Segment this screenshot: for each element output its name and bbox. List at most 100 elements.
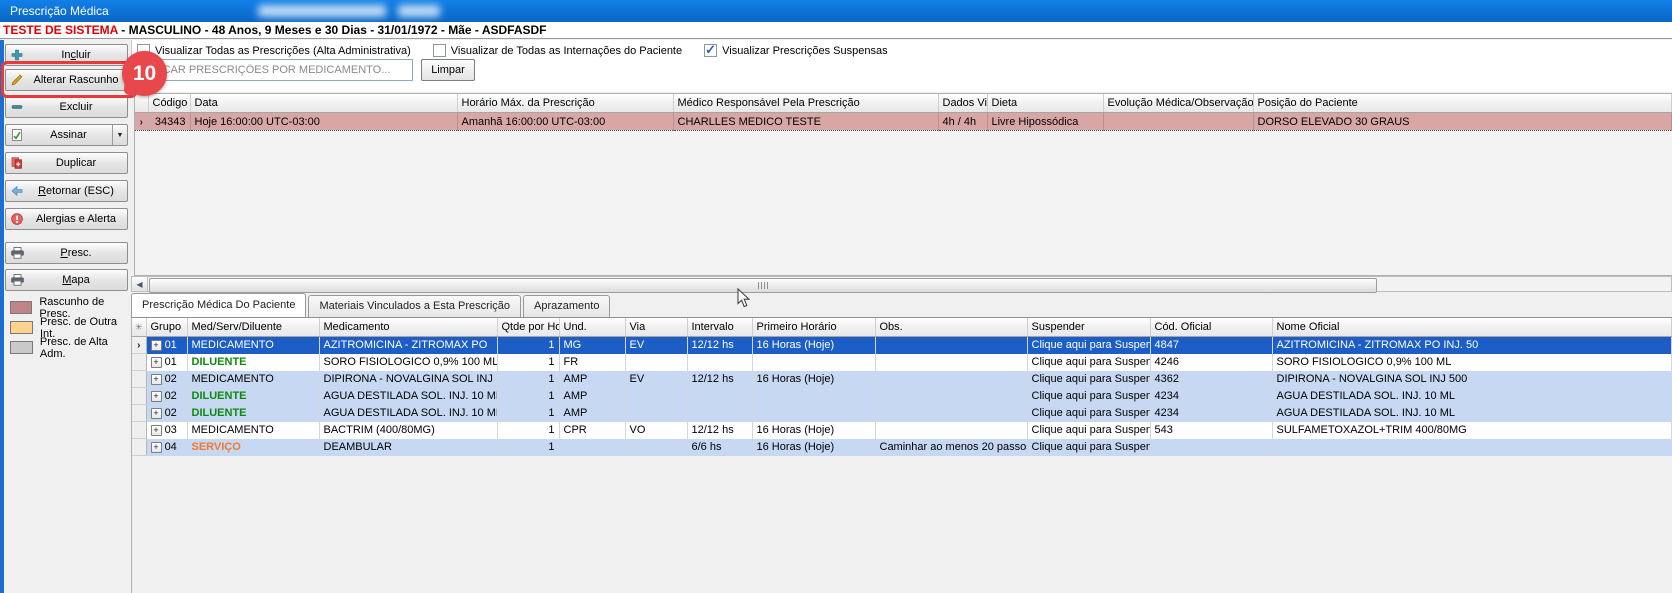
column-header-dieta[interactable]: Dieta [987, 94, 1103, 113]
expand-button[interactable]: + [151, 391, 162, 402]
sign-icon [9, 129, 25, 141]
expand-button[interactable]: + [151, 408, 162, 419]
column-header-dados-vitais[interactable]: Dados Vitais [938, 94, 987, 113]
checkbox-todas-prescricoes[interactable]: Visualizar Todas as Prescrições (Alta Ad… [137, 44, 411, 57]
cell-cod-oficial [1150, 439, 1272, 456]
suspend-link[interactable]: Clique aqui para Suspender [1027, 405, 1150, 422]
row-indicator [132, 422, 146, 439]
column-header-obs[interactable]: Obs. [875, 318, 1027, 337]
alergias-alerta-button[interactable]: Alergias e Alerta [5, 208, 128, 230]
prescription-items-grid: ✳ Grupo▲ Med/Serv/Diluente Medicamento Q… [131, 318, 1672, 593]
patient-name: TESTE DE SISTEMA [3, 23, 118, 37]
item-row[interactable]: + 01 DILUENTE SORO FISIOLOGICO 0,9% 100 … [132, 354, 1672, 371]
tab-prescricao-medica[interactable]: Prescrição Médica Do Paciente [131, 293, 306, 317]
cell-intervalo [687, 388, 752, 405]
row-indicator-header [135, 94, 148, 113]
legend-swatch-outra-int [10, 321, 33, 334]
column-header-qtde[interactable]: Qtde por Ho [497, 318, 559, 337]
chevron-down-icon: ▼ [117, 132, 124, 139]
limpar-button[interactable]: Limpar [421, 59, 475, 81]
item-row[interactable]: + 02 DILUENTE AGUA DESTILADA SOL. INJ. 1… [132, 388, 1672, 405]
tab-materiais-vinculados[interactable]: Materiais Vinculados a Esta Prescrição [308, 295, 521, 317]
expand-icon: + [153, 340, 158, 350]
column-header-suspender[interactable]: Suspender [1027, 318, 1150, 337]
grid-customize-button[interactable]: ✳ [132, 318, 146, 337]
cell-nome-oficial: SULFAMETOXAZOL+TRIM 400/80MG [1272, 422, 1672, 439]
column-header-horario-max[interactable]: Horário Máx. da Prescrição [457, 94, 673, 113]
suspend-link[interactable]: Clique aqui para Suspender [1027, 354, 1150, 371]
column-header-medicamento[interactable]: Medicamento [319, 318, 497, 337]
presc-button[interactable]: Presc. [5, 242, 128, 264]
redacted-version-text [398, 5, 440, 17]
cell-primeiro-horario [752, 388, 875, 405]
row-indicator [132, 388, 146, 405]
incluir-button[interactable]: Incluir [5, 44, 128, 66]
tab-bar: Prescrição Médica Do Paciente Materiais … [131, 295, 1672, 318]
column-header-codigo[interactable]: Código [148, 94, 190, 113]
cell-qtde: 1 [497, 388, 559, 405]
cell-und: AMP [559, 371, 625, 388]
suspend-link[interactable]: Clique aqui para Suspender [1027, 439, 1150, 456]
cell-und: AMP [559, 405, 625, 422]
column-header-medico[interactable]: Médico Responsável Pela Prescrição [673, 94, 938, 113]
checkbox-prescricoes-suspensas[interactable]: ✓ Visualizar Prescrições Suspensas [704, 44, 887, 57]
excluir-button[interactable]: Excluir [5, 96, 128, 118]
item-row[interactable]: + 02 DILUENTE AGUA DESTILADA SOL. INJ. 1… [132, 405, 1672, 422]
column-header-data[interactable]: Data [190, 94, 457, 113]
retornar-button[interactable]: Retornar (ESC) [5, 180, 128, 202]
column-header-und[interactable]: Und. [559, 318, 625, 337]
item-row[interactable]: + 04 SERVIÇO DEAMBULAR 1 6/6 hs 16 Horas… [132, 439, 1672, 456]
expand-button[interactable]: + [151, 374, 162, 385]
cell-qtde: 1 [497, 371, 559, 388]
cell-primeiro-horario [752, 354, 875, 371]
suspend-link[interactable]: Clique aqui para Suspender [1027, 422, 1150, 439]
column-header-grupo[interactable]: Grupo▲ [146, 318, 187, 337]
column-header-evolucao[interactable]: Evolução Médica/Observação [1103, 94, 1253, 113]
check-icon: ✓ [705, 42, 716, 58]
tab-aprazamento[interactable]: Aprazamento [523, 295, 610, 317]
column-header-posicao[interactable]: Posição do Paciente [1253, 94, 1672, 113]
scroll-left-button[interactable]: ◀ [132, 277, 148, 291]
expand-button[interactable]: + [151, 442, 162, 453]
expand-button[interactable]: + [151, 357, 162, 368]
assinar-button[interactable]: Assinar ▼ [5, 124, 128, 146]
cell-intervalo: 6/6 hs [687, 439, 752, 456]
cell-data: Hoje 16:00:00 UTC-03:00 [190, 113, 457, 131]
assinar-dropdown-arrow[interactable]: ▼ [112, 125, 127, 145]
cell-grupo: + 03 [146, 422, 187, 439]
alterar-rascunho-button[interactable]: Alterar Rascunho [5, 69, 128, 91]
suspend-link[interactable]: Clique aqui para Suspender [1027, 388, 1150, 405]
column-header-med-serv[interactable]: Med/Serv/Diluente [187, 318, 319, 337]
checkbox-checked-icon[interactable]: ✓ [704, 44, 717, 57]
suspend-link[interactable]: Clique aqui para Suspender [1027, 371, 1150, 388]
item-row[interactable]: + 02 MEDICAMENTO DIPIRONA - NOVALGINA SO… [132, 371, 1672, 388]
cell-nome-oficial: SORO FISIOLOGICO 0,9% 100 ML [1272, 354, 1672, 371]
scrollbar-thumb[interactable] [149, 278, 1377, 293]
horizontal-scrollbar[interactable]: ◀ [131, 276, 1672, 292]
column-header-via[interactable]: Via [625, 318, 687, 337]
duplicar-button[interactable]: Duplicar [5, 152, 128, 174]
suspend-link[interactable]: Clique aqui para Suspender [1027, 337, 1150, 354]
column-header-primeiro-horario[interactable]: Primeiro Horário [752, 318, 875, 337]
items-header-row: ✳ Grupo▲ Med/Serv/Diluente Medicamento Q… [132, 318, 1672, 337]
expand-button[interactable]: + [151, 340, 162, 351]
prescription-window: Prescrição Médica TESTE DE SISTEMA - MAS… [0, 0, 1672, 593]
cell-nome-oficial: AGUA DESTILADA SOL. INJ. 10 ML [1272, 388, 1672, 405]
title-bar: Prescrição Médica [0, 0, 1672, 22]
checkbox-todas-internacoes[interactable]: Visualizar de Todas as Internações do Pa… [433, 44, 682, 57]
expand-button[interactable]: + [151, 425, 162, 436]
search-medicamento-input[interactable] [135, 59, 413, 81]
cell-und: FR [559, 354, 625, 371]
cell-tipo: MEDICAMENTO [187, 371, 319, 388]
mapa-button[interactable]: Mapa [5, 269, 128, 291]
checkbox-icon[interactable] [433, 44, 446, 57]
item-row[interactable]: + 03 MEDICAMENTO BACTRIM (400/80MG) 1 CP… [132, 422, 1672, 439]
column-header-cod-oficial[interactable]: Cód. Oficial [1150, 318, 1272, 337]
column-header-intervalo[interactable]: Intervalo [687, 318, 752, 337]
prescription-row[interactable]: › 34343 Hoje 16:00:00 UTC-03:00 Amanhã 1… [135, 113, 1672, 131]
cell-medico: CHARLLES MEDICO TESTE [673, 113, 938, 131]
column-header-nome-oficial[interactable]: Nome Oficial [1272, 318, 1672, 337]
item-row[interactable]: › + 01 MEDICAMENTO AZITROMICINA - ZITROM… [132, 337, 1672, 354]
alert-icon [9, 213, 25, 225]
legend-item-alta-adm: Presc. de Alta Adm. [10, 341, 131, 354]
